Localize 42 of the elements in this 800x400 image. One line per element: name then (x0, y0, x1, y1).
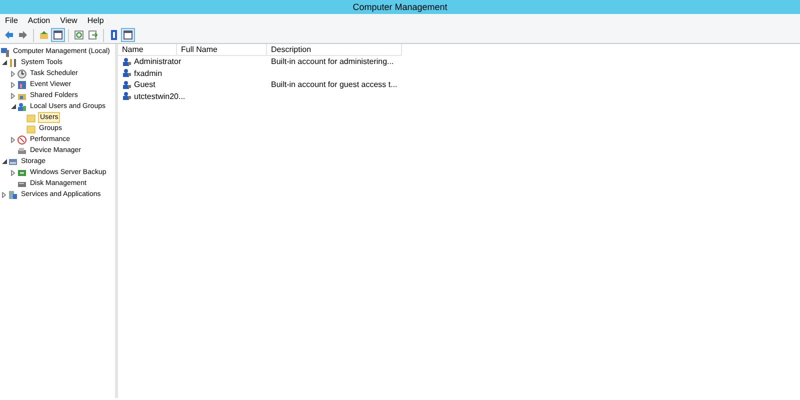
backup-icon (17, 168, 27, 178)
pane-button[interactable] (121, 28, 135, 42)
table-cell: utctestwin20... (134, 90, 186, 102)
refresh-icon (74, 30, 84, 40)
pane-button[interactable] (51, 28, 65, 42)
menu-item[interactable]: Help (82, 14, 109, 27)
folder-up-icon (39, 30, 49, 40)
collapsed-arrow-icon[interactable] (9, 134, 17, 145)
storage-icon (8, 156, 18, 166)
refresh-button[interactable] (72, 28, 86, 42)
export-icon (88, 30, 98, 40)
clock-icon (17, 68, 27, 78)
forward-arrow-icon (18, 30, 28, 40)
collapsed-arrow-icon[interactable] (0, 189, 8, 200)
column-header[interactable]: Name (118, 44, 177, 56)
back-arrow-icon (4, 30, 14, 40)
export-button[interactable] (86, 28, 100, 42)
users-icon (17, 102, 27, 112)
window-title: Computer Management (352, 1, 448, 14)
table-cell-text: Built-in account for guest access t... (270, 79, 398, 90)
table-cell: fxadmin (134, 68, 162, 79)
user-icon (122, 91, 132, 102)
menu-item[interactable]: File (0, 14, 23, 27)
menu-item[interactable]: View (55, 14, 82, 27)
menu-item[interactable]: Action (22, 14, 56, 27)
column-header[interactable]: Full Name (177, 44, 267, 56)
user-icon (122, 68, 132, 78)
pane-icon (53, 30, 63, 40)
table-cell-text: Built-in account for administering... (270, 56, 395, 68)
user-icon (122, 56, 132, 67)
device-icon (17, 146, 27, 156)
services-icon (8, 190, 18, 200)
user-icon (122, 80, 132, 90)
pane-icon (123, 30, 133, 40)
table-cell: Guest (134, 79, 156, 90)
folder-up-button[interactable] (37, 28, 51, 42)
forward-arrow-button[interactable] (16, 28, 30, 42)
column-header[interactable]: Description (267, 44, 402, 56)
log-icon (17, 80, 27, 90)
computer-icon (0, 46, 10, 56)
collapsed-arrow-icon[interactable] (9, 79, 17, 90)
table-cell: Administrator (134, 56, 182, 68)
